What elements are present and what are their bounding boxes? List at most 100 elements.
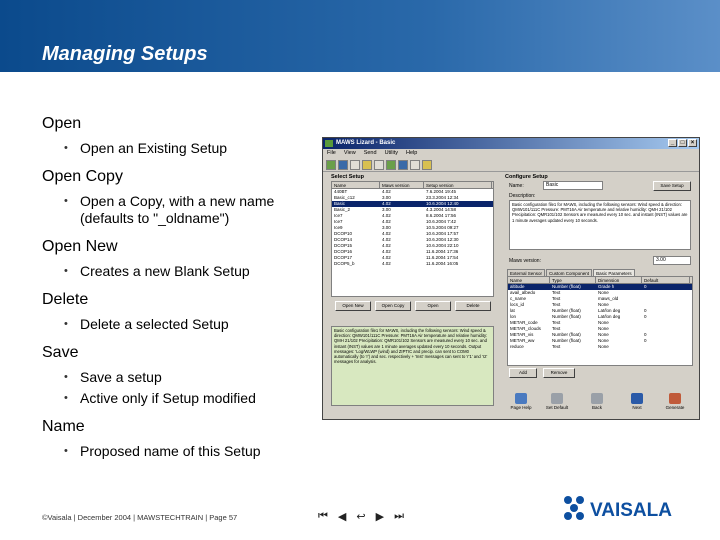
parameter-list-header: Name Type Dimension Default <box>508 277 692 284</box>
menu-item-send[interactable]: Send <box>364 149 377 158</box>
bullet-item: Proposed name of this Setup <box>42 443 312 460</box>
app-icon <box>325 140 333 147</box>
window-controls: _ □ × <box>668 139 697 147</box>
maws-version-label: Maws version: <box>509 258 541 264</box>
column-header[interactable]: Name <box>508 277 550 283</box>
bullet-list: Delete a selected Setup <box>42 316 312 333</box>
bullet-item: Active only if Setup modified <box>42 390 312 407</box>
bullet-list: Open an Existing Setup <box>42 140 312 157</box>
outline: OpenOpen an Existing SetupOpen CopyOpen … <box>42 114 312 470</box>
description-label: Description: <box>509 193 536 199</box>
section-title: Open Copy <box>42 168 123 185</box>
nav-icon <box>631 393 643 404</box>
nav-icon <box>669 393 681 404</box>
open-button[interactable]: Open <box>415 301 451 311</box>
delete-button[interactable]: Delete <box>455 301 491 311</box>
nav-icon <box>591 393 603 404</box>
menu-item-file[interactable]: File <box>327 149 336 158</box>
nav-label: Page Help <box>510 405 532 410</box>
menu-item-help[interactable]: Help <box>406 149 417 158</box>
description-field[interactable]: Basic configuration file1 for MAWS, incl… <box>509 200 691 250</box>
slide-navigation: ⏮ ◀ ↩ ▶ ⏭ <box>318 510 404 523</box>
toolbar-button-7[interactable] <box>398 160 408 170</box>
outline-section: Open Open an Existing Setup <box>42 114 312 157</box>
outline-section: Save Save a setup Active only if Setup mod… <box>42 343 312 407</box>
toolbar-button-2[interactable] <box>338 160 348 170</box>
remove-button[interactable]: Remove <box>543 368 575 378</box>
maximize-button[interactable]: □ <box>678 139 687 147</box>
column-header[interactable]: Name <box>332 182 380 188</box>
toolbar-button-6[interactable] <box>386 160 396 170</box>
parameter-row[interactable]: reduce Text None <box>508 344 692 350</box>
nav-label: Back <box>591 405 602 410</box>
setup-list[interactable]: Name Maws version Setup version 440BT 4.02 7… <box>331 181 494 297</box>
section-title: Save <box>42 344 79 361</box>
bullet-item: Open an Existing Setup <box>42 140 312 157</box>
bullet-item: Delete a selected Setup <box>42 316 312 333</box>
bullet-item: Open a Copy, with a new name (defaults t… <box>42 193 312 227</box>
cell: DCOP5_b <box>334 261 355 266</box>
slide-title: Managing Setups <box>42 43 208 65</box>
outline-section: Name Proposed name of this Setup <box>42 417 312 460</box>
menu-item-utility[interactable]: Utility <box>385 149 398 158</box>
window-title: MAWS Lizard - Basic <box>336 140 396 146</box>
setup-row[interactable]: DCOP5_b 4.02 11.6.2004 16:05 <box>332 261 493 267</box>
toolbar-button-3[interactable] <box>350 160 360 170</box>
title-bar: Managing Setups <box>0 0 720 72</box>
cell <box>642 344 690 350</box>
toolbar-button-8[interactable] <box>410 160 420 170</box>
outline-section: Open New Creates a new Blank Setup <box>42 237 312 280</box>
column-header[interactable]: Default <box>642 277 690 283</box>
toolbar-button-9[interactable] <box>422 160 432 170</box>
setup-list-header: Name Maws version Setup version <box>332 182 493 189</box>
first-slide-icon[interactable]: ⏮ <box>318 510 328 523</box>
nav-icon <box>551 393 563 404</box>
name-field[interactable]: Basic <box>543 181 603 190</box>
open-new-button[interactable]: Open New <box>335 301 371 311</box>
window-title-bar: MAWS Lizard - Basic _ □ × <box>323 138 699 149</box>
column-header[interactable]: Maws version <box>380 182 424 188</box>
maws-version-select[interactable]: 3.00 <box>653 256 691 265</box>
menu-item-view[interactable]: View <box>344 149 356 158</box>
previous-slide-icon[interactable]: ◀ <box>338 510 346 523</box>
section-title: Delete <box>42 291 89 308</box>
svg-text:VAISALA: VAISALA <box>590 500 672 521</box>
maws-lizard-window: MAWS Lizard - Basic _ □ × File View Send Ut… <box>322 137 700 420</box>
cell: Text <box>552 344 561 349</box>
nav-button-back[interactable]: Back <box>585 393 609 413</box>
minimize-button[interactable]: _ <box>668 139 677 147</box>
configure-setup-label: Configure Setup <box>505 174 548 180</box>
select-setup-label: Select Setup <box>331 174 365 180</box>
bullet-list: Save a setup Active only if Setup modifie… <box>42 369 312 407</box>
nav-button-page-help[interactable]: Page Help <box>509 393 533 413</box>
cell: None <box>598 344 609 349</box>
section-title: Open New <box>42 238 118 255</box>
cell: reduce <box>510 344 524 349</box>
nav-icon <box>515 393 527 404</box>
nav-button-next[interactable]: Next <box>625 393 649 413</box>
last-slide-icon[interactable]: ⏭ <box>394 510 404 523</box>
column-header[interactable]: Type <box>550 277 596 283</box>
save-setup-button[interactable]: Save Setup <box>653 181 691 191</box>
parameter-list[interactable]: Name Type Dimension Default altitude Number … <box>507 276 693 366</box>
footer-text: ©Vaisala | December 2004 | MAWSTECHTRAIN… <box>42 513 238 522</box>
toolbar-button-5[interactable] <box>374 160 384 170</box>
toolbar <box>323 158 699 172</box>
close-button[interactable]: × <box>688 139 697 147</box>
cell: 4.02 <box>382 261 391 266</box>
outline-section: Open Copy Open a Copy, with a new name (d… <box>42 167 312 227</box>
outline-section: Delete Delete a selected Setup <box>42 290 312 333</box>
bullet-list: Creates a new Blank Setup <box>42 263 312 280</box>
open-copy-button[interactable]: Open Copy <box>375 301 411 311</box>
nav-button-generate[interactable]: Generate <box>663 393 687 413</box>
toolbar-button-1[interactable] <box>326 160 336 170</box>
nav-button-set-default[interactable]: Set Default <box>545 393 569 413</box>
next-slide-icon[interactable]: ▶ <box>376 510 384 523</box>
cell: 11.6.2004 16:05 <box>426 261 459 266</box>
return-icon[interactable]: ↩ <box>356 510 365 523</box>
menu-bar: File View Send Utility Help <box>323 149 699 158</box>
column-header[interactable]: Setup version <box>424 182 492 188</box>
add-button[interactable]: Add <box>509 368 537 378</box>
toolbar-button-4[interactable] <box>362 160 372 170</box>
column-header[interactable]: Dimension <box>596 277 642 283</box>
